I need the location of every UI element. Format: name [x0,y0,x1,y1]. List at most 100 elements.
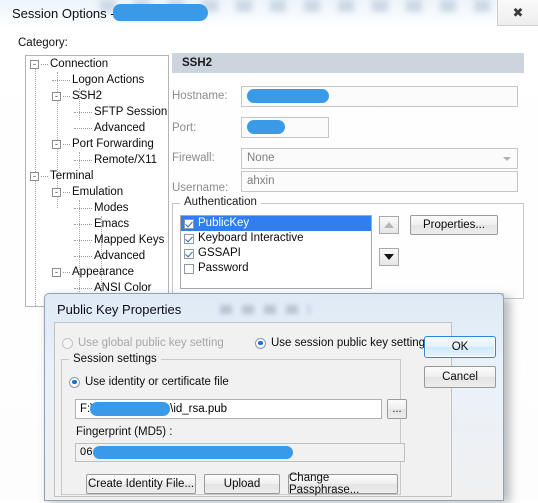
tree-connector [63,95,70,97]
auth-item-label: GSSAPI [198,247,241,259]
tree-connector [74,207,92,209]
properties-button[interactable]: Properties... [410,215,498,235]
firewall-label: Firewall: [172,152,215,164]
tree-item-label: Advanced [94,250,146,262]
auth-item-publickey[interactable]: PublicKey [181,216,371,231]
auth-item-password[interactable]: Password [181,261,371,276]
move-up-button[interactable] [379,216,399,234]
tree-item-label: Port Forwarding [72,138,154,150]
session-settings-legend: Session settings [69,353,161,365]
tree-item-label: Modes [94,202,129,214]
tree-item-terminal[interactable]: - Terminal [26,168,168,184]
username-label: Username: [172,182,229,194]
auth-item-gssapi[interactable]: GSSAPI [181,246,371,261]
tree-expander-icon[interactable]: - [30,59,39,69]
radio-use-global-key-label: Use global public key setting [78,337,224,349]
firewall-select[interactable]: None [241,148,518,169]
close-icon[interactable]: ✖ [497,0,538,26]
tree-connector [74,223,92,225]
radio-use-identity-file-label: Use identity or certificate file [85,376,229,388]
auth-item-label: Password [198,262,249,274]
window-titlebar: Session Options - [0,0,538,28]
ssh2-section-title: SSH2 [182,57,213,69]
change-passphrase-button[interactable]: Change Passphrase... [288,472,398,496]
tree-connector [74,159,92,161]
dialog-title-blur-overlay [220,305,310,314]
radio-use-global-key[interactable]: Use global public key setting [62,337,224,349]
tree-item-remote-x11[interactable]: Remote/X11 [26,152,168,168]
tree-item-emacs[interactable]: Emacs [26,216,168,232]
tree-connector [74,239,92,241]
radio-use-session-key[interactable]: Use session public key setting [255,337,425,349]
tree-connector [74,111,92,113]
radio-button-icon [62,337,73,349]
tree-expander-icon[interactable]: - [52,91,61,101]
hostname-label: Hostname: [172,90,228,102]
ok-button[interactable]: OK [424,336,496,358]
tree-item-label: SSH2 [72,90,103,102]
fingerprint-redaction-mark [93,446,293,459]
checkbox-checked-icon[interactable] [184,248,194,259]
arrow-down-icon [384,254,394,260]
window-title: Session Options - [12,6,115,21]
dialog-title: Public Key Properties [57,302,182,317]
radio-button-selected-icon [69,376,80,388]
auth-item-label: Keyboard Interactive [198,232,304,244]
category-tree[interactable]: - Connection Logon Actions - SSH2 SFTP Sessio… [25,55,169,307]
tree-expander-icon[interactable]: - [52,139,61,149]
tree-item-label: Emacs [94,218,130,230]
arrow-up-icon [384,222,394,228]
checkbox-checked-icon[interactable] [184,218,194,229]
tree-connector [63,271,70,273]
authentication-list[interactable]: PublicKey Keyboard Interactive GSSAPI Passw… [180,215,372,289]
tree-item-label: Logon Actions [72,74,145,86]
tree-item-ssh2[interactable]: - SSH2 [26,88,168,104]
fingerprint-label: Fingerprint (MD5) : [76,426,173,438]
path-redaction-mark [90,402,170,416]
tree-connector [63,143,70,145]
tree-item-logon-actions[interactable]: Logon Actions [26,72,168,88]
tree-expander-icon[interactable]: - [52,267,61,277]
hostname-redaction-mark [247,89,329,103]
create-identity-file-button[interactable]: Create Identity File... [86,474,196,494]
checkbox-checked-icon[interactable] [184,233,194,244]
tree-item-mapped-keys[interactable]: Mapped Keys [26,232,168,248]
cancel-button[interactable]: Cancel [424,366,496,388]
port-label: Port: [172,122,197,134]
tree-item-advanced[interactable]: Advanced [26,120,168,136]
auth-item-keyboard-interactive[interactable]: Keyboard Interactive [181,231,371,246]
tree-connector [52,79,70,81]
tree-item-emulation[interactable]: - Emulation [26,184,168,200]
tree-item-sftp-session[interactable]: SFTP Session [26,104,168,120]
firewall-value: None [247,152,275,164]
tree-item-label: SFTP Session [94,106,168,118]
authentication-legend: Authentication [180,196,261,208]
chevron-down-icon [503,157,511,161]
radio-use-session-key-label: Use session public key setting [271,337,426,349]
tree-connector [74,287,92,289]
tree-expander-icon[interactable]: - [52,187,61,197]
browse-button[interactable]: ... [387,399,407,419]
checkbox-unchecked-icon[interactable] [184,263,194,274]
tree-expander-icon[interactable]: - [30,171,39,181]
tree-item-connection[interactable]: - Connection [26,56,168,72]
username-input[interactable]: ahxin [241,171,518,192]
tree-item-port-forwarding[interactable]: - Port Forwarding [26,136,168,152]
radio-button-selected-icon [255,337,266,349]
tree-item-label: Remote/X11 [94,154,158,166]
tree-connector [74,127,92,129]
move-down-button[interactable] [379,248,399,266]
port-redaction-mark [247,120,285,134]
ssh2-section-header: SSH2 [172,53,524,73]
tree-item-label: Appearance [72,266,135,278]
upload-button[interactable]: Upload [204,474,280,494]
tree-connector [41,175,48,177]
radio-use-identity-file[interactable]: Use identity or certificate file [69,376,229,388]
tree-item-modes[interactable]: Modes [26,200,168,216]
tree-item-appearance[interactable]: - Appearance [26,264,168,280]
tree-item-label: Mapped Keys [94,234,165,246]
tree-item-label: Advanced [94,122,146,134]
tree-item-advanced[interactable]: Advanced [26,248,168,264]
tree-item-label: Terminal [50,170,94,182]
tree-connector [63,191,70,193]
